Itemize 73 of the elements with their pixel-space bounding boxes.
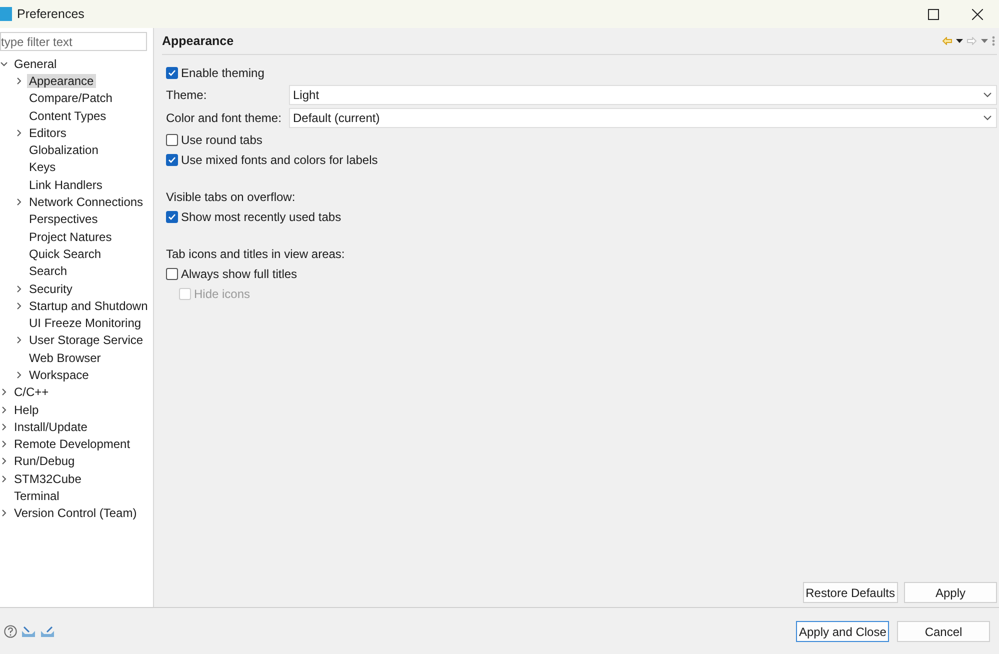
expand-icon[interactable]	[0, 474, 8, 483]
checkbox[interactable]	[166, 154, 178, 166]
section-label: Tab icons and titles in view areas:	[166, 247, 345, 261]
tree-item[interactable]: Appearance	[27, 74, 96, 88]
window-title: Preferences	[17, 7, 86, 21]
checkbox-label: Show most recently used tabs	[181, 210, 342, 224]
checkbox-label: Always show full titles	[181, 267, 298, 281]
checkbox[interactable]	[166, 134, 178, 146]
help-icon[interactable]	[4, 625, 17, 638]
tree-item[interactable]: Link Handlers	[27, 178, 104, 192]
tree-item[interactable]: Terminal	[12, 489, 62, 504]
expand-icon[interactable]	[15, 302, 23, 310]
tree-item[interactable]: Content Types	[27, 108, 108, 123]
tree-item[interactable]: Security	[27, 282, 74, 296]
expand-icon[interactable]	[15, 198, 23, 206]
tree-item[interactable]: Workspace	[27, 368, 91, 382]
tree-item[interactable]: Editors	[27, 126, 68, 140]
tree-item[interactable]: Project Natures	[27, 230, 114, 244]
tree-item[interactable]: Remote Development	[12, 437, 132, 452]
page-button[interactable]: Restore Defaults	[802, 582, 898, 603]
expand-icon[interactable]	[15, 128, 23, 137]
tree-item[interactable]: Quick Search	[27, 246, 104, 261]
tree-item[interactable]: Install/Update	[12, 420, 90, 434]
export-icon[interactable]	[40, 626, 55, 638]
checkbox[interactable]	[166, 67, 178, 79]
tree-item[interactable]: Network Connections	[27, 195, 146, 210]
expand-icon[interactable]	[0, 422, 8, 431]
field-label: Theme:	[166, 88, 208, 102]
expand-icon[interactable]	[0, 388, 8, 396]
dialog-button[interactable]: Cancel	[897, 621, 990, 642]
tree-item[interactable]: Startup and Shutdown	[27, 298, 150, 313]
section-label: Visible tabs on overflow:	[166, 190, 296, 204]
checkbox[interactable]	[166, 211, 178, 223]
expand-icon[interactable]	[15, 370, 23, 379]
tree-item[interactable]: UI Freeze Monitoring	[27, 316, 144, 330]
dialog-button[interactable]: Apply and Close	[796, 621, 889, 642]
checkbox-label: Use round tabs	[181, 133, 262, 147]
expand-icon[interactable]	[0, 406, 8, 414]
dropdown[interactable]: Light	[289, 84, 997, 105]
tree-item[interactable]: Compare/Patch	[27, 91, 114, 106]
checkbox-label: Hide icons	[194, 287, 250, 301]
dropdown-arrow-icon[interactable]	[956, 39, 963, 43]
expand-icon[interactable]	[0, 440, 8, 448]
tree-item[interactable]: C/C++	[12, 385, 51, 400]
tree-item[interactable]: Globalization	[27, 143, 100, 158]
page-button[interactable]: Apply	[904, 582, 997, 603]
chevron-down-icon[interactable]	[983, 115, 992, 122]
tree-item[interactable]: User Storage Service	[27, 333, 146, 348]
import-icon[interactable]	[21, 626, 36, 638]
tree-item[interactable]: Help	[12, 402, 41, 417]
tree-item[interactable]: Version Control (Team)	[12, 506, 139, 520]
expand-icon[interactable]	[15, 76, 23, 85]
tree-item[interactable]: Perspectives	[27, 212, 100, 226]
checkbox[interactable]	[166, 268, 178, 280]
tree-item[interactable]: Keys	[27, 160, 58, 174]
filter-field[interactable]: type filter text	[0, 32, 147, 51]
tree-item[interactable]: STM32Cube	[12, 472, 84, 486]
page-title: Appearance	[162, 34, 235, 48]
app-icon	[0, 7, 12, 21]
field-label: Color and font theme:	[166, 111, 282, 126]
expand-icon[interactable]	[15, 336, 23, 344]
expand-icon[interactable]	[0, 509, 8, 518]
checkbox-label: Enable theming	[181, 66, 264, 80]
tree-item[interactable]: Search	[27, 264, 70, 278]
checkbox-label: Use mixed fonts and colors for labels	[181, 153, 378, 167]
expand-icon[interactable]	[15, 284, 23, 292]
expand-icon[interactable]	[0, 457, 8, 466]
tree-item[interactable]: Run/Debug	[12, 454, 77, 468]
dropdown[interactable]: Default (current)	[289, 108, 997, 128]
tree-item[interactable]: Web Browser	[27, 350, 103, 365]
tree-item[interactable]: General	[12, 56, 59, 71]
chevron-down-icon[interactable]	[983, 92, 992, 98]
collapse-icon[interactable]	[0, 60, 8, 68]
